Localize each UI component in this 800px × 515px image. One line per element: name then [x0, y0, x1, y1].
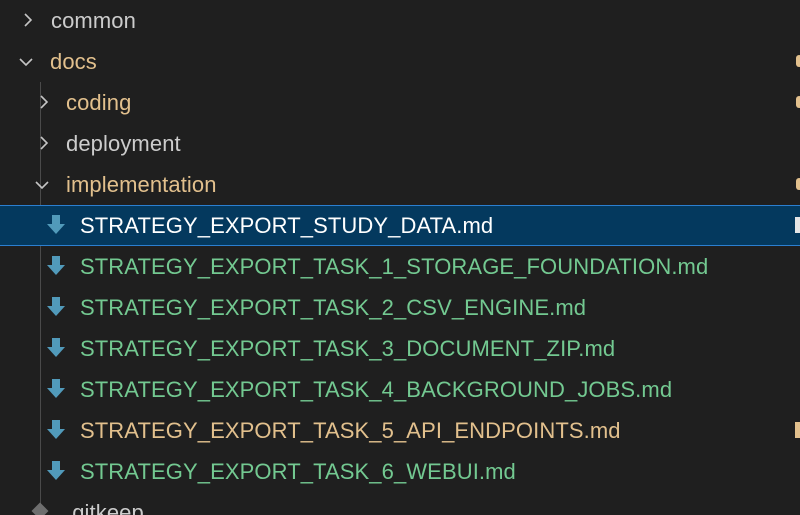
file-label: STRATEGY_EXPORT_TASK_4_BACKGROUND_JOBS.m…	[80, 377, 673, 402]
folder-deployment[interactable]: deployment	[0, 123, 800, 164]
folder-common[interactable]: common	[0, 0, 800, 41]
file-label: STRATEGY_EXPORT_TASK_3_DOCUMENT_ZIP.md	[80, 336, 616, 361]
folder-implementation[interactable]: implementation	[0, 164, 800, 205]
file-label: STRATEGY_EXPORT_TASK_5_API_ENDPOINTS.md	[80, 418, 621, 443]
chevron-down-icon	[18, 54, 34, 70]
modified-indicator	[796, 55, 800, 67]
file-row[interactable]: STRATEGY_EXPORT_TASK_5_API_ENDPOINTS.md	[0, 410, 800, 451]
modified-indicator	[796, 178, 800, 190]
file-explorer-tree: common docs coding deployment implementa…	[0, 0, 800, 515]
folder-label: common	[51, 8, 136, 33]
markdown-download-icon	[46, 378, 66, 400]
file-gitkeep[interactable]: .gitkeep	[0, 492, 800, 515]
file-row[interactable]: STRATEGY_EXPORT_TASK_4_BACKGROUND_JOBS.m…	[0, 369, 800, 410]
folder-label: docs	[50, 49, 97, 74]
file-label: STRATEGY_EXPORT_TASK_6_WEBUI.md	[80, 459, 516, 484]
markdown-download-icon	[46, 460, 66, 482]
markdown-download-icon	[46, 337, 66, 359]
markdown-download-icon	[46, 419, 66, 441]
file-label: STRATEGY_EXPORT_TASK_2_CSV_ENGINE.md	[80, 295, 587, 320]
folder-docs[interactable]: docs	[0, 41, 800, 82]
folder-label: implementation	[66, 172, 217, 197]
chevron-right-icon	[36, 94, 52, 110]
file-row[interactable]: STRATEGY_EXPORT_TASK_1_STORAGE_FOUNDATIO…	[0, 246, 800, 287]
chevron-down-icon	[34, 177, 50, 193]
chevron-right-icon	[20, 12, 36, 28]
file-label: .gitkeep	[66, 500, 144, 515]
markdown-download-icon	[46, 214, 66, 236]
file-label: STRATEGY_EXPORT_STUDY_DATA.md	[80, 213, 494, 238]
file-label: STRATEGY_EXPORT_TASK_1_STORAGE_FOUNDATIO…	[80, 254, 709, 279]
modified-indicator	[796, 96, 800, 108]
folder-coding[interactable]: coding	[0, 82, 800, 123]
markdown-download-icon	[46, 296, 66, 318]
file-row[interactable]: STRATEGY_EXPORT_STUDY_DATA.md	[0, 205, 800, 246]
modified-indicator	[795, 422, 800, 438]
file-row[interactable]: STRATEGY_EXPORT_TASK_6_WEBUI.md	[0, 451, 800, 492]
file-row[interactable]: STRATEGY_EXPORT_TASK_3_DOCUMENT_ZIP.md	[0, 328, 800, 369]
file-row[interactable]: STRATEGY_EXPORT_TASK_2_CSV_ENGINE.md	[0, 287, 800, 328]
markdown-download-icon	[46, 255, 66, 277]
folder-label: deployment	[66, 131, 181, 156]
chevron-right-icon	[36, 135, 52, 151]
git-icon	[30, 500, 50, 515]
folder-label: coding	[66, 90, 132, 115]
modified-indicator	[795, 217, 800, 233]
